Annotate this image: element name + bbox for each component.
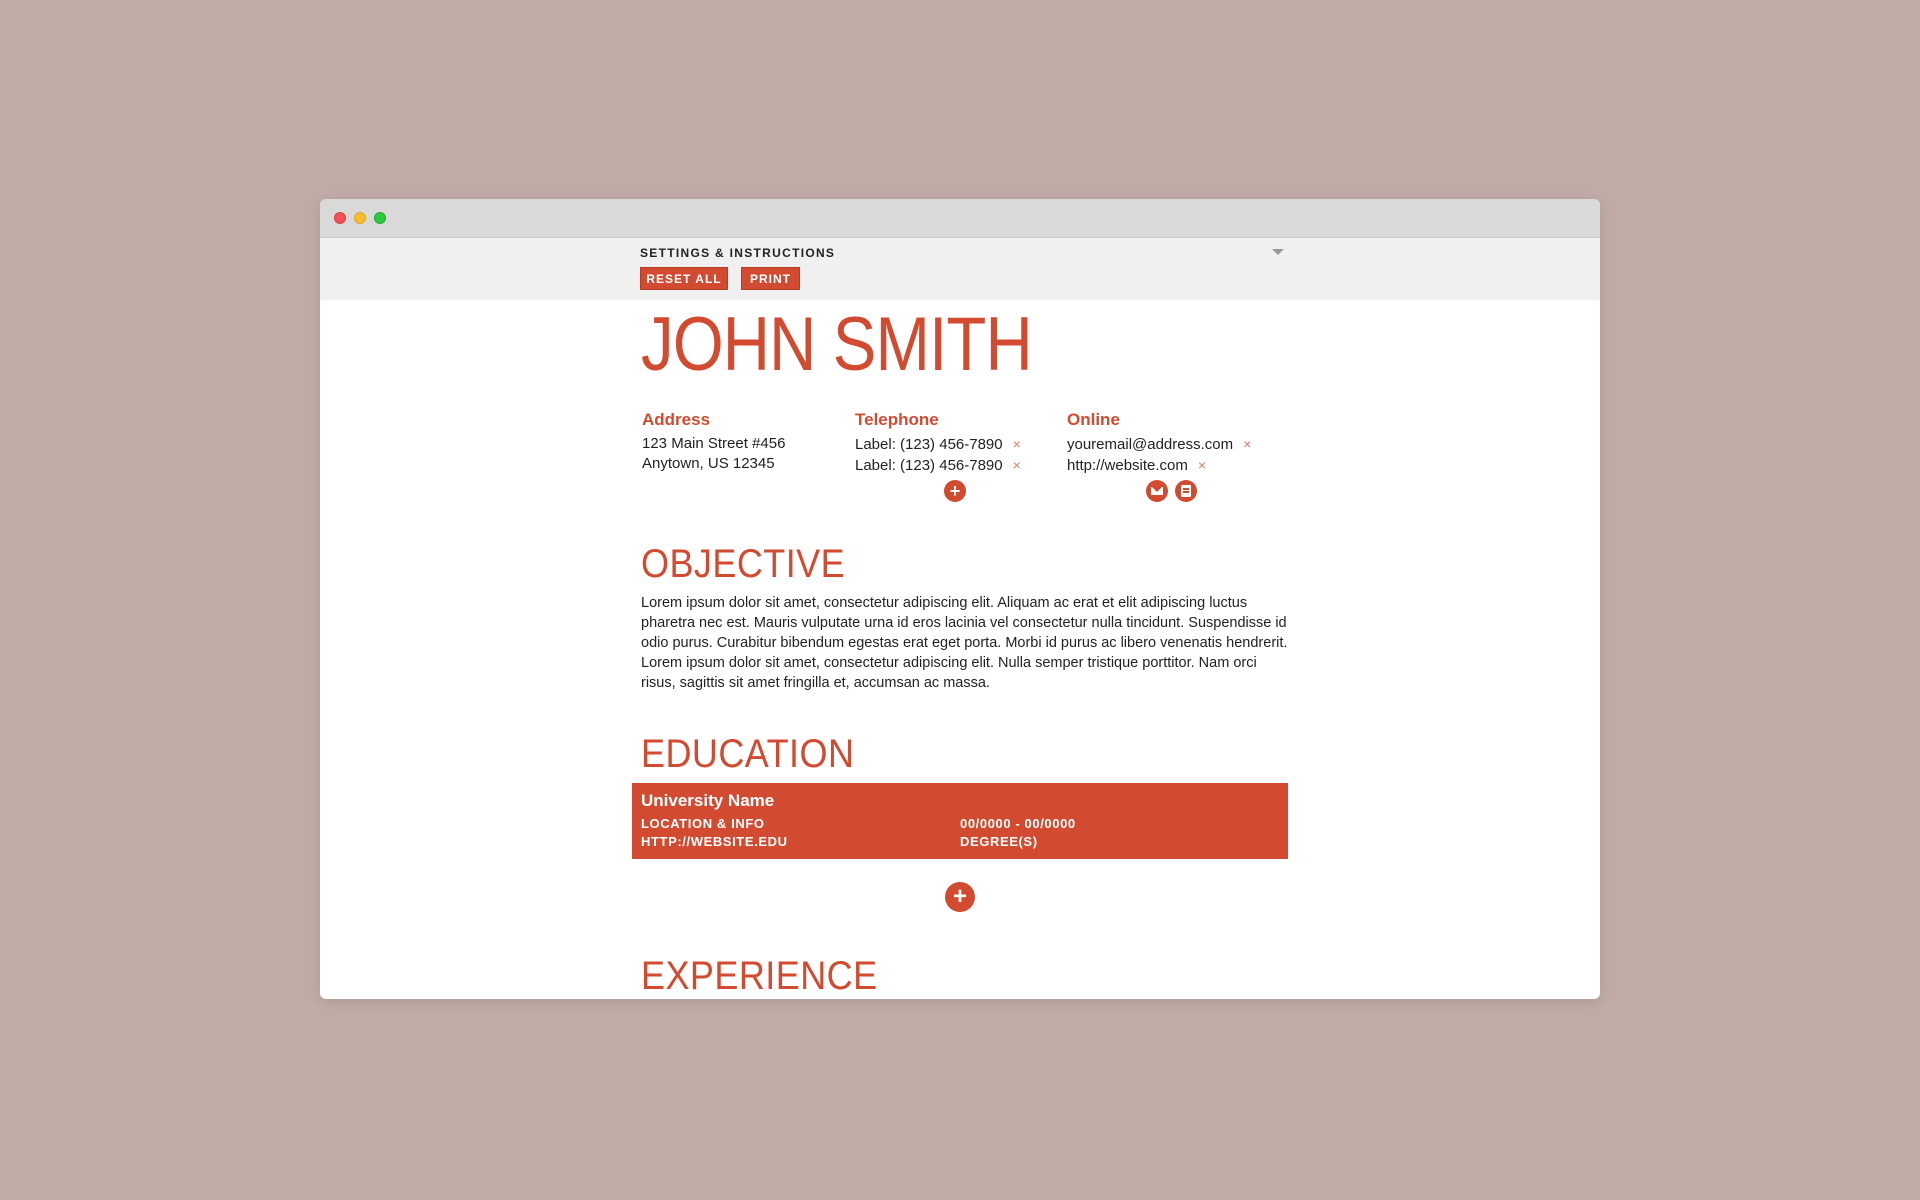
address-heading: Address xyxy=(642,410,711,429)
address-line[interactable]: Anytown, US 12345 xyxy=(642,454,785,474)
education-dates[interactable]: 00/0000 - 00/0000 xyxy=(960,816,1076,831)
chevron-down-icon[interactable] xyxy=(1272,249,1284,255)
online-heading: Online xyxy=(1067,410,1120,429)
add-education-button[interactable]: + xyxy=(945,882,975,912)
webpage-icon xyxy=(1181,485,1191,497)
education-degree[interactable]: DEGREE(S) xyxy=(960,834,1038,849)
telephone-line: Label: (123) 456-7890 × xyxy=(855,455,1021,476)
objective-text[interactable]: Lorem ipsum dolor sit amet, consectetur … xyxy=(641,593,1291,693)
telephone-value[interactable]: Label: (123) 456-7890 xyxy=(855,457,1003,474)
envelope-icon xyxy=(1151,487,1163,495)
telephone-heading: Telephone xyxy=(855,410,939,429)
email-value[interactable]: youremail@address.com xyxy=(1067,436,1233,453)
settings-bar: SETTINGS & INSTRUCTIONS RESET ALL PRINT xyxy=(320,238,1600,300)
university-name[interactable]: University Name xyxy=(641,791,774,811)
add-website-button[interactable] xyxy=(1175,480,1197,502)
online-line: youremail@address.com × xyxy=(1067,434,1251,455)
browser-window: SETTINGS & INSTRUCTIONS RESET ALL PRINT … xyxy=(320,199,1600,999)
reset-all-button[interactable]: RESET ALL xyxy=(640,267,728,290)
website-value[interactable]: http://website.com xyxy=(1067,457,1188,474)
add-email-button[interactable] xyxy=(1146,480,1168,502)
close-icon[interactable]: × xyxy=(1198,455,1206,475)
close-icon[interactable]: × xyxy=(1013,434,1021,454)
add-telephone-button[interactable]: + xyxy=(944,480,966,502)
close-icon[interactable]: × xyxy=(1013,455,1021,475)
address-section: Address 123 Main Street #456 Anytown, US… xyxy=(642,410,785,474)
settings-toggle[interactable]: SETTINGS & INSTRUCTIONS xyxy=(640,246,835,260)
online-line: http://website.com × xyxy=(1067,455,1251,476)
address-line[interactable]: 123 Main Street #456 xyxy=(642,434,785,454)
telephone-value[interactable]: Label: (123) 456-7890 xyxy=(855,436,1003,453)
objective-heading[interactable]: OBJECTIVE xyxy=(641,542,845,587)
education-heading[interactable]: EDUCATION xyxy=(641,732,854,777)
window-titlebar xyxy=(320,199,1600,238)
close-window-button[interactable] xyxy=(334,212,346,224)
telephone-section: Telephone Label: (123) 456-7890 × Label: … xyxy=(855,410,1021,476)
minimize-window-button[interactable] xyxy=(354,212,366,224)
experience-heading[interactable]: EXPERIENCE xyxy=(641,954,878,999)
education-location[interactable]: LOCATION & INFO xyxy=(641,816,765,831)
close-icon[interactable]: × xyxy=(1243,434,1251,454)
education-entry[interactable]: University Name LOCATION & INFO HTTP://W… xyxy=(632,783,1288,859)
online-section: Online youremail@address.com × http://web… xyxy=(1067,410,1251,476)
telephone-line: Label: (123) 456-7890 × xyxy=(855,434,1021,455)
print-button[interactable]: PRINT xyxy=(741,267,800,290)
education-website[interactable]: HTTP://WEBSITE.EDU xyxy=(641,834,788,849)
maximize-window-button[interactable] xyxy=(374,212,386,224)
resume-name[interactable]: JOHN SMITH xyxy=(641,307,1033,383)
